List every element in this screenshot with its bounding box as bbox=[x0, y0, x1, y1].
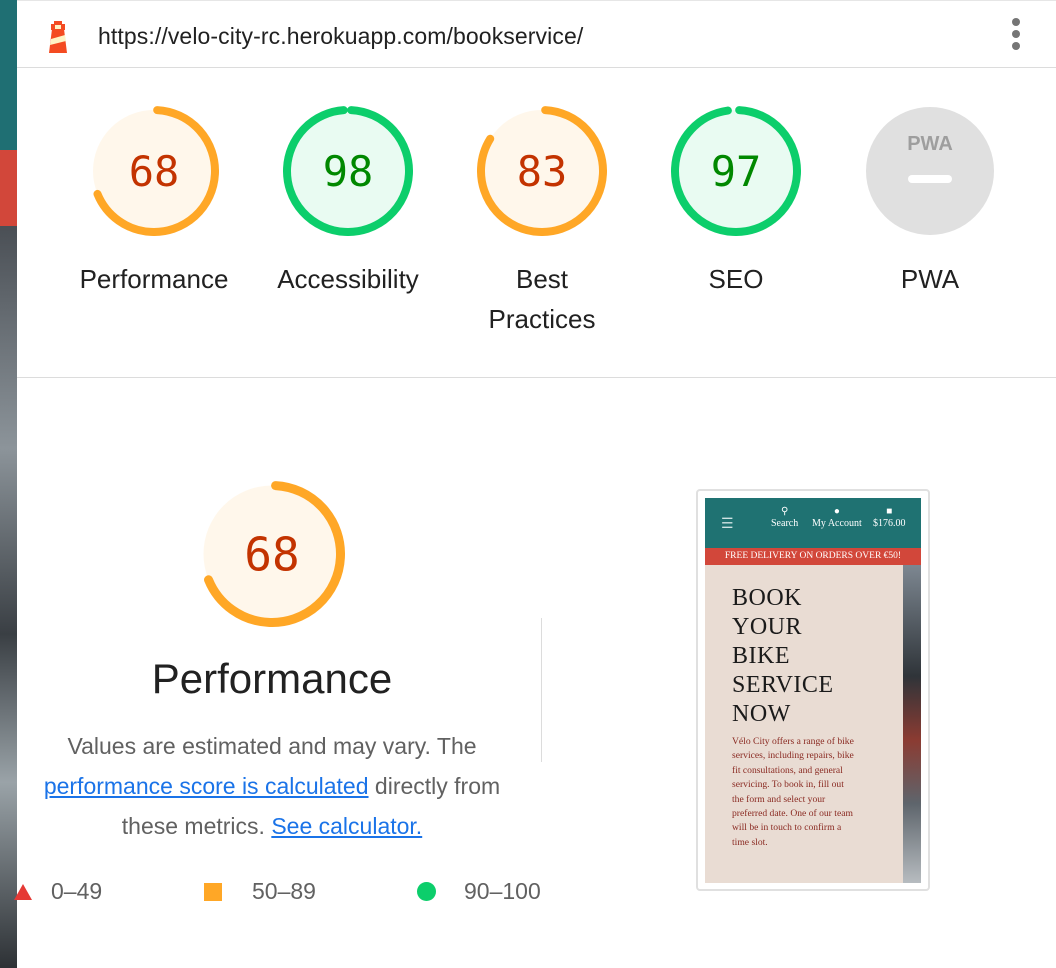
performance-title: Performance bbox=[151, 655, 393, 702]
section-divider bbox=[541, 618, 542, 762]
average-square-icon bbox=[204, 882, 222, 901]
delivery-banner: FREE DELIVERY ON ORDERS OVER €50! bbox=[705, 548, 921, 565]
performance-gauge-large: 68 bbox=[199, 481, 345, 627]
gauge-pwa[interactable]: PWA PWA bbox=[850, 106, 1010, 299]
score-scale-legend: 0–49 50–89 90–100 bbox=[14, 878, 577, 912]
lighthouse-report: https://velo-city-rc.herokuapp.com/books… bbox=[14, 0, 1056, 968]
screenshot-content: ☰ ⚲ Search ● My Account ■ $176.00 FREE D… bbox=[705, 498, 921, 883]
pass-circle-icon bbox=[417, 882, 436, 901]
hero-body-text: Vélo City offers a range of bike service… bbox=[732, 736, 854, 848]
legend-range: 0–49 bbox=[51, 878, 103, 904]
gauge-ring-seo: 97 bbox=[671, 106, 801, 236]
gauge-score: 98 bbox=[323, 147, 374, 196]
category-gauges: 68 Performance 98 Accessibility 83 Best … bbox=[17, 68, 1056, 378]
search-icon: ⚲ bbox=[780, 506, 789, 517]
legend-range: 90–100 bbox=[464, 878, 541, 904]
gauge-ring-performance: 68 bbox=[89, 106, 219, 236]
gauge-label: Accessibility bbox=[277, 264, 419, 294]
pwa-badge-icon: PWA bbox=[866, 107, 994, 235]
page-url: https://velo-city-rc.herokuapp.com/books… bbox=[98, 23, 584, 49]
gauge-label: Performance bbox=[79, 264, 229, 294]
legend-pass: 90–100 bbox=[417, 878, 541, 905]
hero-heading: BOOK YOUR BIKE SERVICE NOW bbox=[732, 584, 872, 729]
score-calculated-link[interactable]: performance score is calculated bbox=[44, 773, 369, 799]
see-calculator-link[interactable]: See calculator. bbox=[271, 813, 422, 839]
nav-bag: ■ $176.00 bbox=[873, 506, 906, 529]
pwa-badge-text: PWA bbox=[907, 133, 953, 155]
heading-line: BIKE bbox=[732, 643, 790, 669]
legend-fail: 0–49 bbox=[14, 878, 102, 905]
nav-account: ● My Account bbox=[812, 506, 862, 529]
shopping-bag-icon: ■ bbox=[886, 506, 893, 517]
gauge-score: 68 bbox=[244, 528, 299, 582]
nav-account-label: My Account bbox=[812, 518, 862, 529]
kebab-menu-icon[interactable] bbox=[1009, 18, 1023, 54]
heading-line: YOUR bbox=[732, 614, 803, 640]
bike-photo bbox=[903, 565, 921, 883]
gauge-accessibility[interactable]: 98 Accessibility bbox=[268, 106, 428, 299]
desc-text: Values are estimated and may vary. The bbox=[67, 733, 477, 759]
gauge-score: 83 bbox=[517, 147, 568, 196]
gauge-label: SEO bbox=[708, 264, 764, 294]
performance-description: Values are estimated and may vary. The p… bbox=[17, 726, 527, 846]
heading-line: BOOK bbox=[732, 585, 803, 611]
gauge-score: 68 bbox=[129, 147, 180, 196]
hero-section: BOOK YOUR BIKE SERVICE NOW Vélo City off… bbox=[705, 565, 921, 883]
lighthouse-icon bbox=[49, 21, 67, 53]
legend-average: 50–89 bbox=[204, 878, 316, 905]
gauge-best-practices[interactable]: 83 Best Practices bbox=[462, 106, 622, 339]
gauge-score: 97 bbox=[711, 147, 762, 196]
report-topbar: https://velo-city-rc.herokuapp.com/books… bbox=[17, 0, 1056, 68]
hamburger-icon: ☰ bbox=[721, 517, 734, 532]
gauge-ring-best-practices: 83 bbox=[477, 106, 607, 236]
final-screenshot[interactable]: ☰ ⚲ Search ● My Account ■ $176.00 FREE D… bbox=[696, 489, 930, 891]
nav-search: ⚲ Search bbox=[771, 506, 798, 529]
fail-triangle-icon bbox=[14, 883, 32, 900]
user-icon: ● bbox=[833, 506, 840, 517]
heading-line: NOW bbox=[732, 701, 791, 727]
heading-line: SERVICE bbox=[732, 672, 834, 698]
gauge-ring-accessibility: 98 bbox=[283, 106, 413, 236]
gauge-label: Best Practices bbox=[488, 264, 596, 334]
nav-bag-total: $176.00 bbox=[873, 518, 906, 529]
legend-range: 50–89 bbox=[252, 878, 316, 904]
nav-search-label: Search bbox=[771, 518, 799, 529]
gauge-label: PWA bbox=[900, 264, 960, 294]
gauge-seo[interactable]: 97 SEO bbox=[656, 106, 816, 299]
gauge-performance[interactable]: 68 Performance bbox=[74, 106, 234, 299]
site-navbar: ☰ ⚲ Search ● My Account ■ $176.00 bbox=[705, 498, 921, 548]
background-page-edge bbox=[0, 0, 17, 968]
